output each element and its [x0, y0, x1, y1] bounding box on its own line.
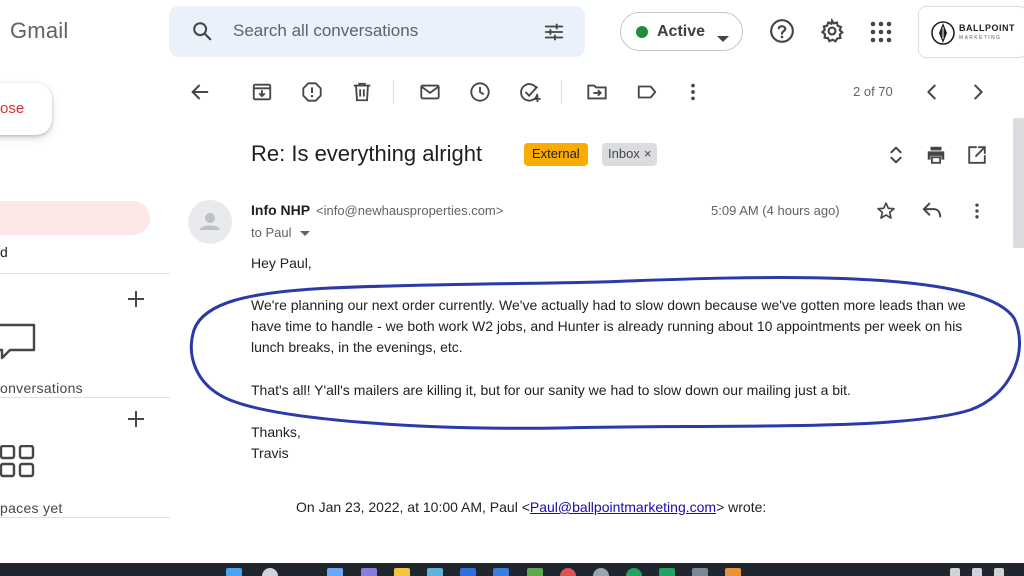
back-arrow-icon[interactable]: [189, 81, 211, 108]
open-in-new-window-icon[interactable]: [966, 144, 988, 171]
toolbar-separator: [393, 80, 394, 104]
compose-label: ose: [0, 100, 25, 117]
message-more-vert-icon[interactable]: [967, 201, 987, 226]
sidebar-item-inbox-selected[interactable]: [0, 201, 150, 235]
taskbar-app-icon[interactable]: [460, 568, 476, 576]
reply-icon[interactable]: [921, 201, 943, 226]
email-signature: Travis: [251, 445, 289, 461]
search-icon[interactable]: [191, 20, 213, 47]
toolbar-separator: [561, 80, 562, 104]
ballpoint-pen-logo-icon: [931, 19, 955, 52]
sender-line: Info NHP <info@newhausproperties.com>: [251, 202, 503, 218]
os-taskbar: [0, 563, 1024, 576]
older-chevron-right-icon[interactable]: [967, 81, 989, 108]
taskbar-excel-icon[interactable]: [659, 568, 675, 576]
star-icon[interactable]: [876, 201, 896, 226]
chevron-down-icon: [717, 30, 729, 48]
compose-button[interactable]: ose: [0, 83, 52, 135]
mark-unread-mail-icon[interactable]: [419, 81, 441, 108]
search-filter-icon[interactable]: [543, 21, 565, 48]
taskbar-app-icon[interactable]: [493, 568, 509, 576]
new-space-plus-icon[interactable]: [127, 410, 145, 433]
taskbar-app-icon[interactable]: [361, 568, 377, 576]
status-dropdown[interactable]: Active: [620, 12, 743, 51]
brand-subtitle: MARKETING: [959, 35, 1002, 41]
sender-email: <info@newhausproperties.com>: [316, 203, 504, 218]
quoted-header: On Jan 23, 2022, at 10:00 AM, Paul <Paul…: [296, 499, 766, 515]
sidebar-divider: [0, 517, 170, 518]
external-tag: External: [524, 143, 588, 166]
brand-name: BALLPOINT: [959, 23, 1015, 33]
tray-icon[interactable]: [972, 568, 982, 576]
email-subject: Re: Is everything alright: [251, 141, 483, 166]
snooze-clock-icon[interactable]: [469, 81, 491, 108]
newer-chevron-left-icon[interactable]: [921, 81, 943, 108]
move-to-folder-icon[interactable]: [586, 81, 608, 108]
tray-icon[interactable]: [950, 568, 960, 576]
add-to-tasks-icon[interactable]: [519, 81, 543, 108]
taskbar-app-icon[interactable]: [427, 568, 443, 576]
settings-gear-icon[interactable]: [819, 18, 845, 49]
scrollbar-thumb[interactable]: [1013, 118, 1024, 248]
apps-grid-icon[interactable]: [869, 20, 893, 49]
inbox-label-chip: Inbox ×: [602, 143, 658, 166]
sidebar-divider: [0, 273, 170, 274]
no-spaces-label: paces yet: [0, 500, 63, 516]
taskbar-app-icon[interactable]: [327, 568, 343, 576]
quote-email-link[interactable]: Paul@ballpointmarketing.com: [530, 499, 716, 515]
new-chat-plus-icon[interactable]: [127, 290, 145, 313]
no-conversations-label: onversations: [0, 380, 83, 396]
inbox-label: Inbox: [608, 146, 640, 161]
sender-name[interactable]: Info NHP: [251, 202, 310, 218]
recipient-line[interactable]: to Paul: [251, 225, 311, 240]
email-paragraph-1: We're planning our next order currently.…: [251, 297, 966, 355]
remove-label-close-icon[interactable]: ×: [644, 146, 652, 161]
delete-trash-icon[interactable]: [351, 81, 373, 108]
help-icon[interactable]: [769, 18, 795, 49]
sidebar-item-label[interactable]: d: [0, 244, 8, 260]
taskbar-folder-icon[interactable]: [394, 568, 410, 576]
quote-prefix: On Jan 23, 2022, at 10:00 AM, Paul <: [296, 499, 530, 515]
sender-avatar[interactable]: [188, 200, 232, 244]
report-spam-icon[interactable]: [301, 81, 323, 108]
email-signoff: Thanks,: [251, 424, 301, 440]
sidebar-divider: [0, 397, 170, 398]
search-bar[interactable]: [169, 6, 585, 57]
gmail-logo[interactable]: Gmail: [10, 18, 68, 44]
label-tag-icon[interactable]: [636, 81, 658, 108]
recipient-details-chevron-icon: [300, 231, 311, 236]
expand-all-icon[interactable]: [885, 144, 907, 171]
taskbar-app-icon[interactable]: [527, 568, 543, 576]
tray-icon[interactable]: [994, 568, 1004, 576]
message-pager: 2 of 70: [853, 84, 893, 99]
email-greeting: Hey Paul,: [251, 255, 312, 271]
status-label: Active: [657, 23, 706, 40]
more-vert-icon[interactable]: [682, 81, 704, 108]
search-input[interactable]: [233, 21, 513, 41]
taskbar-app-icon[interactable]: [725, 568, 741, 576]
start-windows-icon[interactable]: [226, 568, 242, 576]
account-brand-button[interactable]: BALLPOINT MARKETING: [918, 6, 1024, 58]
archive-icon[interactable]: [251, 81, 273, 108]
print-icon[interactable]: [925, 144, 947, 171]
status-dot: [636, 26, 648, 38]
gmail-window: Gmail Active BALLPOINT MARKETING ose: [0, 0, 1024, 576]
spaces-grid-icon: [0, 444, 36, 484]
email-paragraph-2: That's all! Y'all's mailers are killing …: [251, 382, 851, 398]
message-timestamp: 5:09 AM (4 hours ago): [711, 203, 840, 218]
recipient-label: to Paul: [251, 225, 292, 240]
quote-suffix: > wrote:: [716, 499, 767, 515]
taskbar-app-icon[interactable]: [692, 568, 708, 576]
chat-bubble-icon: [0, 322, 36, 365]
